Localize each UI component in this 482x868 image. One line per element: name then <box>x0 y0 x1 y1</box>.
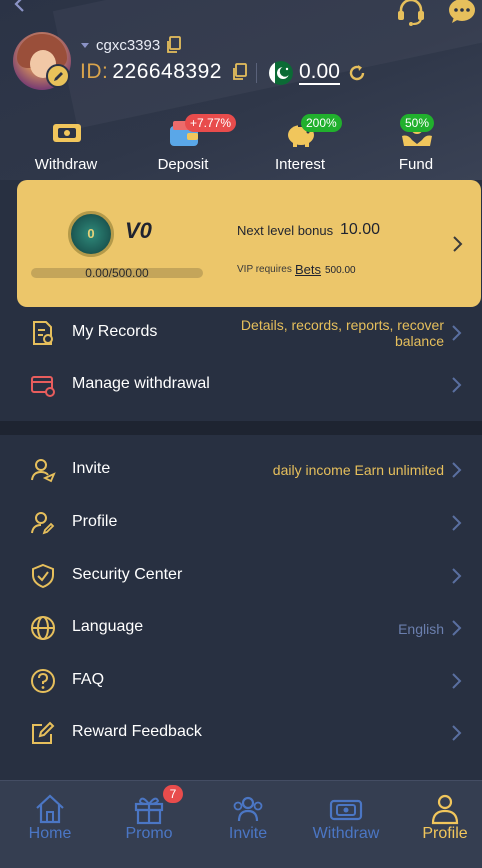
chevron-right-icon <box>452 515 462 531</box>
interest-badge: 200% <box>301 114 342 132</box>
faq-label: FAQ <box>72 671 105 688</box>
home-icon <box>36 794 64 824</box>
menu-faq[interactable]: FAQ <box>0 655 482 707</box>
my-records-hint-line1: Details, records, reports, recover <box>240 317 444 333</box>
copy-username-icon[interactable] <box>166 36 182 54</box>
menu-language[interactable]: Language English <box>0 602 482 654</box>
pencil-icon <box>53 71 63 81</box>
vip-medal-icon: 0 <box>68 211 114 257</box>
header-divider <box>256 63 257 83</box>
menu-security-center[interactable]: Security Center <box>0 550 482 602</box>
reward-feedback-label: Reward Feedback <box>72 723 202 740</box>
profile-label: Profile <box>72 513 118 530</box>
help-circle-icon <box>31 669 55 693</box>
deposit-label: Deposit <box>157 156 209 173</box>
records-icon <box>33 321 53 345</box>
deposit-badge: +7.77% <box>185 114 237 132</box>
nav-invite[interactable]: Invite <box>200 781 296 868</box>
interest-action[interactable]: 200% Interest <box>250 112 350 176</box>
user-id-row: ID: 226648392 <box>80 60 248 84</box>
my-records-hint-line2: balance <box>394 333 444 349</box>
profile-page: cgxc3393 ID: 226648392 0.00 Withdraw +7.… <box>0 0 482 868</box>
vip-level: V0 <box>125 218 152 243</box>
wallet-balance: 0.00 <box>299 60 340 85</box>
invite-hint: daily income Earn unlimited <box>272 462 444 478</box>
interest-label: Interest <box>274 156 326 173</box>
vip-card[interactable]: 0 V0 0.00/500.00 Next level bonus 10.00 … <box>17 180 481 307</box>
fund-badge: 50% <box>400 114 435 132</box>
feedback-edit-icon <box>32 721 55 744</box>
section-divider <box>0 421 482 435</box>
security-center-label: Security Center <box>72 566 183 583</box>
id-value: 226648392 <box>112 60 222 83</box>
chat-bubble-icon[interactable] <box>448 0 476 24</box>
fund-label: Fund <box>398 156 434 173</box>
fund-action[interactable]: 50% Fund <box>366 112 466 176</box>
menu-invite[interactable]: Invite daily income Earn unlimited <box>0 444 482 496</box>
vip-requires-label: VIP requires <box>237 264 292 275</box>
nav-promo[interactable]: 7 Promo <box>101 781 197 868</box>
globe-icon <box>31 616 55 640</box>
username-row: cgxc3393 <box>80 36 182 54</box>
chevron-right-icon <box>452 725 462 741</box>
menu-manage-withdrawal[interactable]: Manage withdrawal <box>0 359 482 411</box>
invite-label: Invite <box>72 460 111 477</box>
language-value: English <box>398 621 444 637</box>
language-label: Language <box>72 618 144 635</box>
quick-actions: Withdraw +7.77% Deposit 200% Interest 50… <box>0 112 482 176</box>
withdraw-action[interactable]: Withdraw <box>16 112 116 176</box>
chevron-right-icon <box>452 325 462 341</box>
next-level-bonus: 10.00 <box>340 221 381 238</box>
bottom-nav: Home 7 Promo Invite Withdraw Profile <box>0 780 482 868</box>
promo-badge: 7 <box>163 785 183 803</box>
nav-withdraw-label: Withdraw <box>312 825 380 842</box>
nav-home-label: Home <box>28 825 72 842</box>
menu-my-records[interactable]: My Records Details, records, reports, re… <box>0 307 482 359</box>
chevron-right-icon <box>452 673 462 689</box>
chevron-right-icon <box>452 568 462 584</box>
invite-user-icon <box>31 459 56 483</box>
chevron-right-icon <box>453 236 463 252</box>
withdraw-label: Withdraw <box>34 156 98 173</box>
chevron-right-icon <box>452 620 462 636</box>
chevron-right-icon <box>452 377 462 393</box>
nav-promo-label: Promo <box>125 825 173 842</box>
profile-edit-icon <box>31 512 55 535</box>
nav-profile-label: Profile <box>422 825 468 842</box>
vip-bets-link[interactable]: Bets <box>295 262 321 277</box>
edit-avatar-button[interactable] <box>46 64 70 88</box>
nav-home[interactable]: Home <box>2 781 98 868</box>
back-arrow-icon[interactable] <box>10 0 30 14</box>
manage-withdrawal-label: Manage withdrawal <box>72 375 210 392</box>
profile-user-icon <box>431 794 459 825</box>
withdraw-icon <box>53 124 81 142</box>
copy-id-icon[interactable] <box>232 63 248 81</box>
refresh-balance-icon[interactable] <box>347 63 367 83</box>
menu-reward-feedback[interactable]: Reward Feedback <box>0 707 482 759</box>
headset-support-icon[interactable] <box>396 0 426 26</box>
caret-down-icon <box>81 43 89 48</box>
withdrawal-settings-icon <box>31 376 55 397</box>
nav-withdraw[interactable]: Withdraw <box>298 781 394 868</box>
shield-icon <box>32 563 54 589</box>
nav-profile[interactable]: Profile <box>397 781 482 868</box>
gift-icon <box>134 797 164 825</box>
vip-medal-level: 0 <box>87 226 95 241</box>
menu-profile[interactable]: Profile <box>0 497 482 549</box>
vip-bets-value: 500.00 <box>325 265 356 276</box>
deposit-action[interactable]: +7.77% Deposit <box>133 112 237 176</box>
chevron-right-icon <box>452 462 462 478</box>
vip-progress-text: 0.00/500.00 <box>85 266 149 280</box>
profile-header: cgxc3393 ID: 226648392 0.00 Withdraw +7.… <box>0 0 482 180</box>
nav-invite-label: Invite <box>228 825 268 842</box>
withdraw-card-icon <box>329 799 363 821</box>
pakistan-flag-icon <box>269 61 293 85</box>
invite-users-icon <box>233 796 263 822</box>
next-level-label: Next level bonus <box>237 223 334 238</box>
my-records-label: My Records <box>72 323 158 340</box>
id-label: ID: <box>80 60 109 83</box>
username: cgxc3393 <box>96 36 161 54</box>
